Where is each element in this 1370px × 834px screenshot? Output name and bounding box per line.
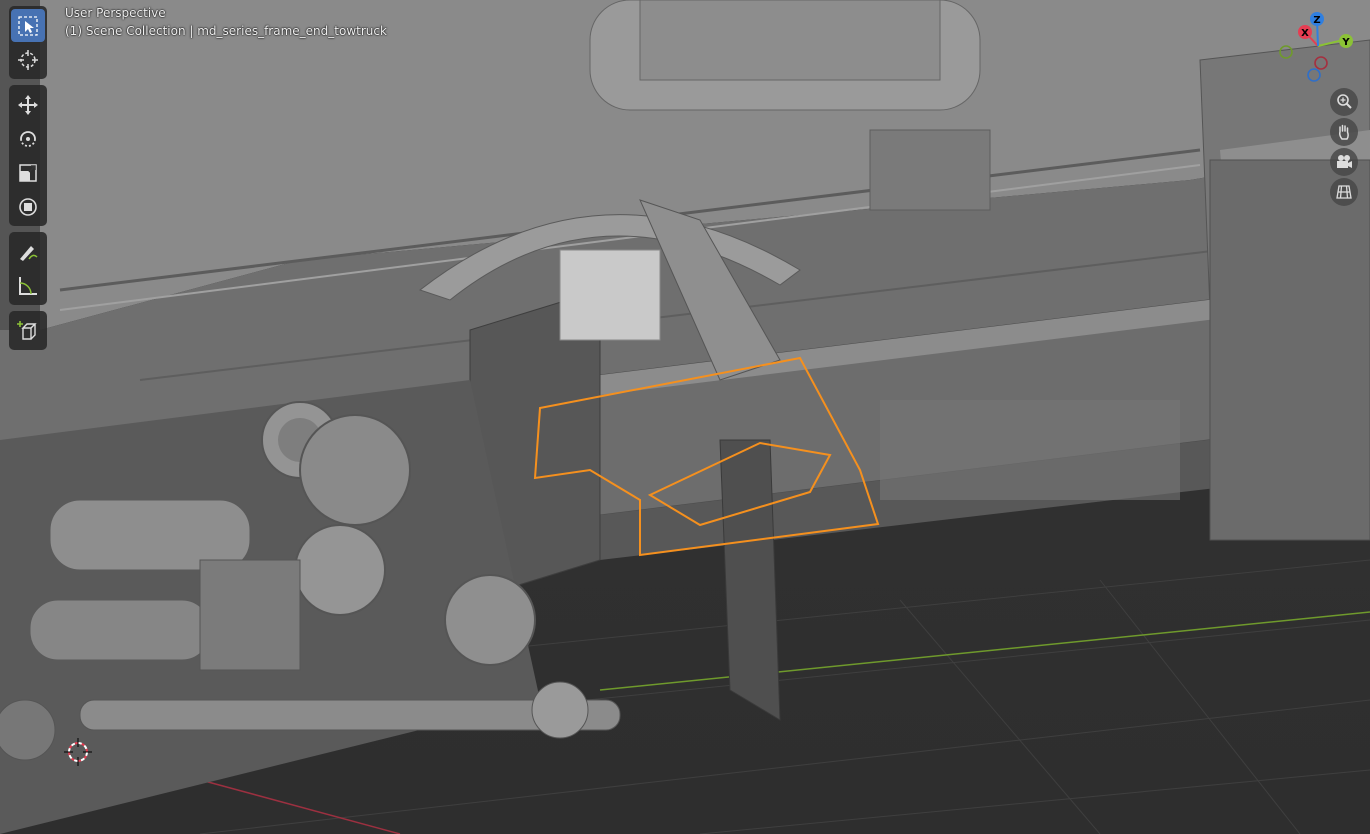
camera-icon bbox=[1337, 155, 1352, 168]
camera-view-button[interactable] bbox=[1330, 148, 1358, 176]
tool-shelf bbox=[9, 6, 47, 356]
select-box-icon bbox=[18, 15, 38, 36]
transform-icon bbox=[19, 197, 37, 216]
rotate-tool[interactable] bbox=[11, 122, 45, 155]
gizmo-neg-z bbox=[1307, 68, 1321, 82]
tool-group-transform bbox=[9, 85, 47, 226]
navigation-gizmo[interactable]: X Y Z bbox=[1272, 8, 1364, 94]
gizmo-neg-x bbox=[1314, 56, 1328, 70]
move-icon bbox=[18, 94, 38, 115]
gizmo-x-label: X bbox=[1301, 28, 1309, 39]
gizmo-z-label: Z bbox=[1313, 15, 1320, 26]
add-cube-tool[interactable] bbox=[11, 314, 45, 347]
collection-label: (1) Scene Collection | md_series_frame_e… bbox=[65, 24, 387, 38]
cursor-icon bbox=[18, 49, 38, 70]
tool-group-add bbox=[9, 311, 47, 350]
tool-group-select bbox=[9, 6, 47, 79]
annotate-tool[interactable] bbox=[11, 235, 45, 268]
tool-group-annotate bbox=[9, 232, 47, 305]
scale-icon bbox=[19, 163, 37, 182]
pan-button[interactable] bbox=[1330, 118, 1358, 146]
measure-tool[interactable] bbox=[11, 269, 45, 302]
cursor-tool[interactable] bbox=[11, 43, 45, 76]
view-name-label: User Perspective bbox=[65, 6, 166, 20]
select-box-tool[interactable] bbox=[11, 9, 45, 42]
annotate-icon bbox=[20, 245, 38, 261]
toggle-ortho-button[interactable] bbox=[1330, 178, 1358, 206]
scale-tool[interactable] bbox=[11, 156, 45, 189]
add-cube-icon bbox=[17, 320, 37, 340]
rotate-icon bbox=[20, 130, 36, 147]
zoom-button[interactable] bbox=[1330, 88, 1358, 116]
transform-tool[interactable] bbox=[11, 190, 45, 223]
gizmo-y-label: Y bbox=[1341, 37, 1350, 48]
grid-view-icon bbox=[1336, 185, 1352, 199]
viewport-3d[interactable] bbox=[0, 0, 1370, 834]
move-tool[interactable] bbox=[11, 88, 45, 121]
pan-hand-icon bbox=[1339, 124, 1349, 140]
measure-icon bbox=[19, 276, 37, 295]
zoom-icon bbox=[1337, 94, 1352, 109]
gizmo-neg-y bbox=[1279, 45, 1293, 59]
